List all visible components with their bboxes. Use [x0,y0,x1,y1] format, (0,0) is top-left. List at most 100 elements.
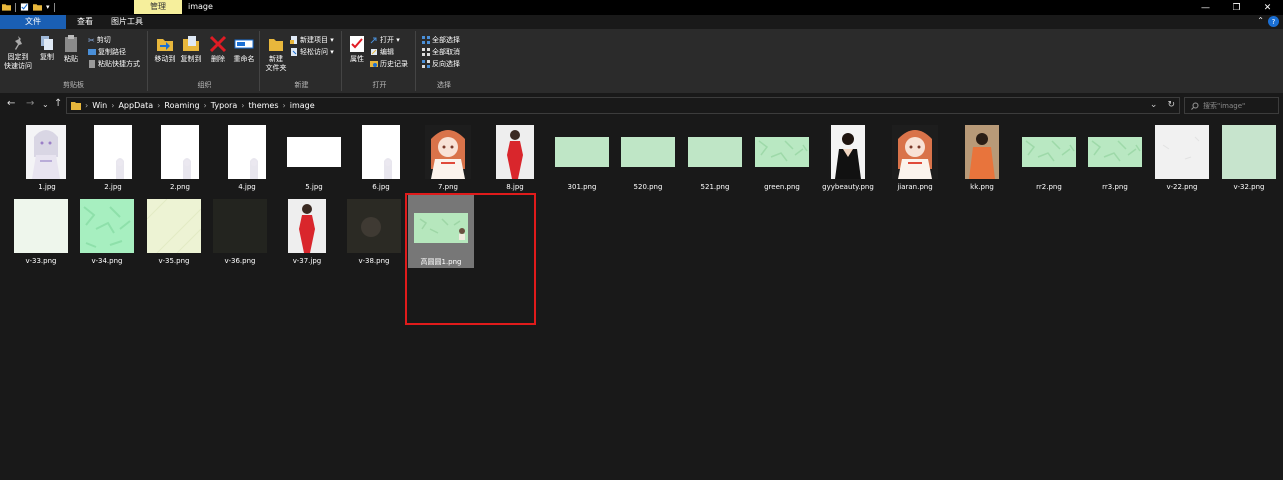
file-name: 2.png [169,183,190,191]
breadcrumb-separator-icon[interactable]: › [204,101,207,110]
file-item[interactable]: 2.jpg [80,125,146,191]
file-name: v-22.png [1166,183,1198,191]
new-folder-label: 新建 文件夹 [265,55,287,72]
file-item[interactable]: v-36.png [207,199,273,265]
close-button[interactable]: ✕ [1252,0,1283,15]
new-folder-button[interactable]: 新建 文件夹 [263,35,289,73]
collapse-ribbon-icon[interactable]: ⌃ [1257,16,1264,27]
copy-to-button[interactable]: 复制到 [178,35,204,64]
file-item[interactable]: v-38.png [341,199,407,265]
paste-shortcut-button[interactable]: 粘贴快捷方式 [88,59,140,69]
file-item[interactable]: 8.jpg [482,125,548,191]
new-item-icon [290,36,297,44]
invert-selection-label: 反向选择 [432,60,460,68]
file-item[interactable]: rr3.png [1082,125,1148,191]
back-arrow-icon[interactable]: ← [7,98,15,109]
breadcrumb-roaming[interactable]: Roaming [164,101,199,110]
breadcrumb-separator-icon[interactable]: › [111,101,114,110]
breadcrumb-image[interactable]: image [290,101,315,110]
invert-selection-button[interactable]: 反向选择 [422,59,460,69]
edit-button[interactable]: 编辑 [370,47,394,57]
forward-arrow-icon[interactable]: → [26,98,34,109]
file-item[interactable]: 1.jpg [14,125,80,191]
tab-view[interactable]: 查看 [68,15,102,29]
file-item[interactable]: 301.png [549,125,615,191]
address-dropdown-icon[interactable]: ⌄ [1150,100,1158,110]
address-bar[interactable]: › Win › AppData › Roaming › Typora › the… [66,97,1180,114]
file-item[interactable]: v-32.png [1216,125,1282,191]
file-item[interactable]: 4.jpg [214,125,280,191]
breadcrumb-separator-icon[interactable]: › [283,101,286,110]
thumbnail-image [220,125,274,179]
thumbnail-image [488,125,542,179]
copy-to-icon [183,36,199,51]
thumbnail-image [555,125,609,179]
recent-chevron-icon[interactable]: ⌄ [42,100,49,109]
select-none-button[interactable]: 全部取消 [422,47,460,57]
open-button[interactable]: 打开 ▾ [370,35,400,45]
file-item[interactable]: 5.jpg [281,125,347,191]
copy-path-button[interactable]: 复制路径 [88,47,126,57]
context-tab-manage[interactable]: 管理 [134,0,182,14]
divider [53,2,55,12]
maximize-button[interactable]: ❐ [1221,0,1252,15]
rename-button[interactable]: 重命名 [230,35,258,64]
search-box[interactable] [1184,97,1279,114]
open-label: 打开 ▾ [380,36,400,44]
file-item[interactable]: rr2.png [1016,125,1082,191]
delete-button[interactable]: 删除 [207,35,229,64]
breadcrumb-typora[interactable]: Typora [211,101,238,110]
thumbnail-image [888,125,942,179]
breadcrumb-separator-icon[interactable]: › [157,101,160,110]
minimize-button[interactable]: — [1190,0,1221,15]
properties-icon[interactable] [20,2,29,12]
breadcrumb-win[interactable]: Win [92,101,107,110]
file-item[interactable]: v-33.png [8,199,74,265]
breadcrumb-separator-icon[interactable]: › [85,101,88,110]
customize-chevron-icon[interactable]: ▾ [46,3,50,11]
folder-icon[interactable] [2,2,11,12]
easy-access-label: 轻松访问 ▾ [300,48,334,56]
help-icon[interactable]: ? [1268,16,1279,27]
file-name: 4.jpg [238,183,256,191]
file-item[interactable]: v-34.png [74,199,140,265]
new-item-button[interactable]: 新建项目 ▾ [290,35,334,45]
easy-access-button[interactable]: 轻松访问 ▾ [290,47,334,57]
file-item[interactable]: jiaran.png [882,125,948,191]
history-button[interactable]: 历史记录 [370,59,408,69]
file-item[interactable]: gyybeauty.png [815,125,881,191]
breadcrumb-separator-icon[interactable]: › [241,101,244,110]
file-item[interactable]: 6.jpg [348,125,414,191]
thumbnail-image [1022,125,1076,179]
breadcrumb-themes[interactable]: themes [249,101,279,110]
file-item[interactable]: v-22.png [1149,125,1215,191]
file-item[interactable]: kk.png [949,125,1015,191]
tab-file[interactable]: 文件 [0,15,66,29]
copy-button[interactable]: 复制 [36,35,58,62]
file-item[interactable]: 521.png [682,125,748,191]
search-input[interactable] [1203,101,1273,110]
properties-icon [350,36,364,52]
cut-button[interactable]: ✂ 剪切 [88,35,111,45]
cut-label: 剪切 [96,36,111,44]
new-group: 新建 文件夹 新建项目 ▾ 轻松访问 ▾ 新建 [262,31,342,91]
file-item[interactable]: 2.png [147,125,213,191]
select-all-button[interactable]: 全部选择 [422,35,460,45]
properties-button[interactable]: 属性 [346,35,368,64]
file-item[interactable]: 7.png [415,125,481,191]
file-item[interactable]: 520.png [615,125,681,191]
breadcrumb-appdata[interactable]: AppData [118,101,153,110]
refresh-icon[interactable]: ↻ [1167,100,1175,110]
pin-quick-access-button[interactable]: 固定到 快速访问 [3,35,33,71]
new-folder-icon[interactable] [33,2,42,12]
thumbnail-image [955,125,1009,179]
paste-button[interactable]: 粘贴 [60,35,82,64]
thumbnail-image [421,125,475,179]
file-item[interactable]: green.png [749,125,815,191]
move-to-button[interactable]: 移动到 [152,35,178,64]
file-name: gyybeauty.png [822,183,874,191]
file-item[interactable]: v-35.png [141,199,207,265]
up-arrow-icon[interactable]: ↑ [54,98,62,109]
tab-picture-tools[interactable]: 图片工具 [102,15,152,29]
file-item[interactable]: v-37.jpg [274,199,340,265]
